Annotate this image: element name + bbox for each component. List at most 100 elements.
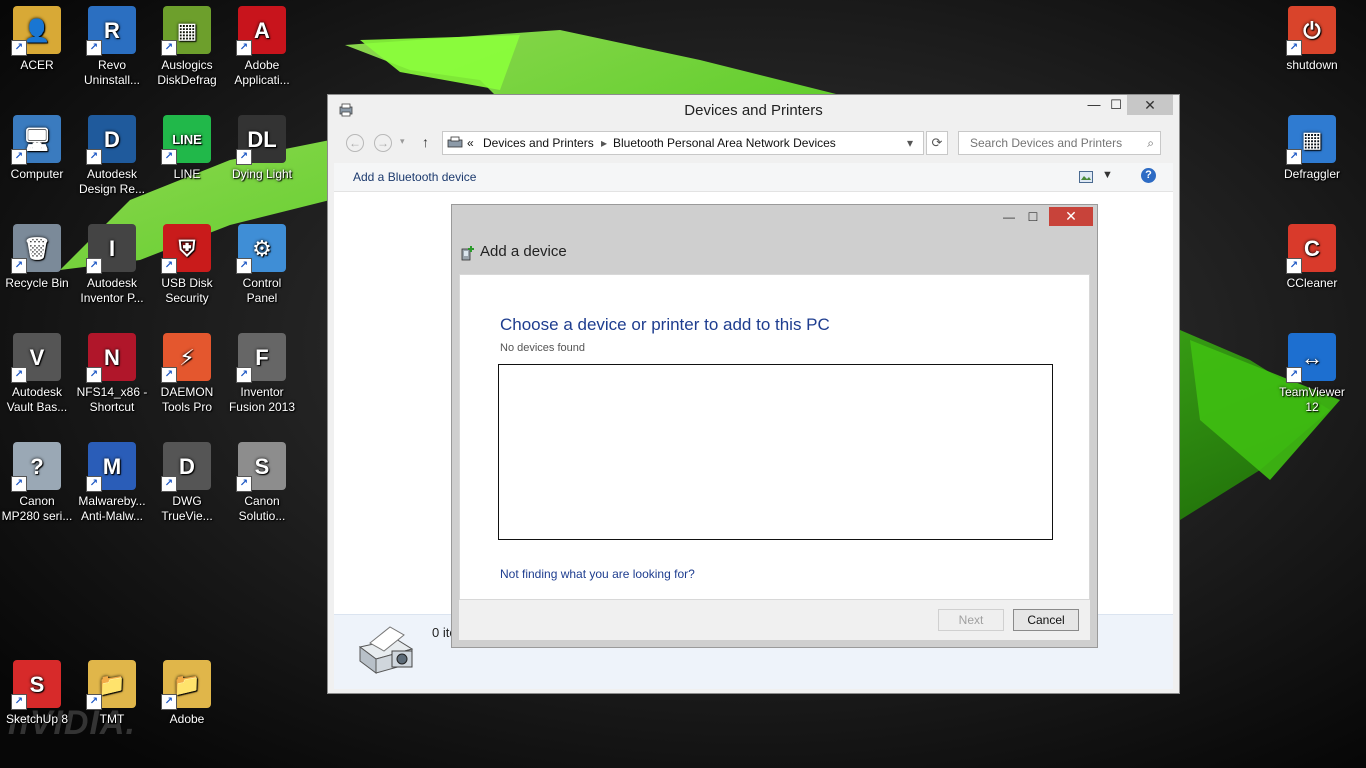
desktop-icon-label: Malwareby... Anti-Malw...: [78, 494, 146, 523]
malwarebytes-glyph: M: [102, 453, 122, 479]
desktop-icon-ccleaner[interactable]: C ↗ CCleaner: [1274, 218, 1350, 291]
desktop-icon-adobe-application[interactable]: A ↗ Adobe Applicati...: [224, 0, 300, 88]
desktop-icon-dwg-trueview[interactable]: D ↗ DWG TrueVie...: [149, 436, 225, 524]
desktop-icon-tmt-folder[interactable]: 📁 ↗ TMT: [74, 654, 150, 727]
canon-solution-menu-icon: S ↗: [236, 442, 286, 492]
desktop-icon-autodesk-vault-basic[interactable]: V ↗ Autodesk Vault Bas...: [0, 327, 75, 415]
help-icon[interactable]: ?: [1141, 168, 1156, 183]
desktop-icon-teamviewer-12[interactable]: ↔ ↗ TeamViewer 12: [1274, 327, 1350, 415]
shortcut-arrow-icon: ↗: [86, 694, 102, 710]
desktop-icon-label: SketchUp 8: [5, 712, 69, 726]
recent-locations-chevron-icon[interactable]: ▾: [400, 136, 405, 147]
desktop-icon-label: NFS14_x86 - Shortcut: [76, 385, 148, 414]
shortcut-arrow-icon: ↗: [11, 476, 27, 492]
recycle-bin-glyph: 🗑: [23, 235, 51, 261]
desktop-icon-label: Dying Light: [231, 167, 293, 181]
cancel-button[interactable]: Cancel: [1013, 609, 1079, 631]
desktop-icon-label: DWG TrueVie...: [161, 494, 213, 523]
device-list[interactable]: [498, 364, 1053, 540]
shortcut-arrow-icon: ↗: [236, 258, 252, 274]
canon-solution-menu-glyph: S: [254, 453, 270, 479]
close-button[interactable]: ✕: [1127, 95, 1173, 115]
breadcrumb-separator-icon[interactable]: ▸: [601, 132, 607, 154]
search-box: ⌕: [958, 131, 1161, 155]
autodesk-design-review-icon: D ↗: [86, 115, 136, 165]
shortcut-arrow-icon: ↗: [161, 367, 177, 383]
desktop-icon-recycle-bin[interactable]: 🗑 ↗ Recycle Bin: [0, 218, 75, 291]
next-button[interactable]: Next: [938, 609, 1004, 631]
shortcut-arrow-icon: ↗: [236, 149, 252, 165]
forward-button[interactable]: →: [374, 134, 392, 152]
breadcrumb-devices-and-printers[interactable]: Devices and Printers: [483, 132, 594, 154]
desktop-icon-computer[interactable]: 🖥 ↗ Computer: [0, 109, 75, 182]
auslogics-diskdefrag-icon: ▦ ↗: [161, 6, 211, 56]
window-titlebar[interactable]: Devices and Printers — ☐ ✕: [328, 95, 1179, 125]
desktop-icon-label: Inventor Fusion 2013: [228, 385, 296, 414]
shortcut-arrow-icon: ↗: [86, 476, 102, 492]
desktop-icon-usb-disk-security[interactable]: ⛨ ↗ USB Disk Security: [149, 218, 225, 306]
autodesk-inventor-pro-glyph: I: [108, 235, 116, 261]
desktop-icon-label: CCleaner: [1286, 276, 1338, 290]
desktop-icon-adobe-folder[interactable]: 📁 ↗ Adobe: [149, 654, 225, 727]
desktop-icon-defraggler[interactable]: ▦ ↗ Defraggler: [1274, 109, 1350, 182]
desktop-icon-malwarebytes[interactable]: M ↗ Malwareby... Anti-Malw...: [74, 436, 150, 524]
desktop-icon-line[interactable]: LINE ↗ LINE: [149, 109, 225, 182]
desktop-icon-control-panel[interactable]: ⚙ ↗ Control Panel: [224, 218, 300, 306]
command-bar: Add a Bluetooth device ▼ ?: [334, 163, 1173, 192]
desktop-icon-daemon-tools-pro[interactable]: ⚡ ↗ DAEMON Tools Pro: [149, 327, 225, 415]
breadcrumb-bluetooth-pan[interactable]: Bluetooth Personal Area Network Devices: [613, 132, 836, 154]
dialog-close-button[interactable]: ✕: [1049, 207, 1093, 226]
window-title: Devices and Printers: [684, 102, 823, 119]
maximize-button[interactable]: ☐: [1102, 95, 1130, 115]
desktop-icon-label: ACER: [20, 58, 54, 72]
desktop-icon-label: Canon Solutio...: [238, 494, 286, 523]
desktop-icon-sketchup-8[interactable]: S ↗ SketchUp 8: [0, 654, 75, 727]
sketchup-8-glyph: S: [29, 671, 45, 697]
desktop-icon-auslogics-diskdefrag[interactable]: ▦ ↗ Auslogics DiskDefrag: [149, 0, 225, 88]
line-glyph: LINE: [172, 131, 202, 147]
shortcut-arrow-icon: ↗: [11, 40, 27, 56]
breadcrumb-chevrons[interactable]: «: [467, 132, 474, 154]
desktop-icon-autodesk-inventor-pro[interactable]: I ↗ Autodesk Inventor P...: [74, 218, 150, 306]
dying-light-glyph: DL: [247, 126, 277, 152]
desktop-icon-dying-light[interactable]: DL ↗ Dying Light: [224, 109, 300, 182]
address-bar[interactable]: « Devices and Printers ▸ Bluetooth Perso…: [442, 131, 924, 155]
revo-uninstaller-glyph: R: [104, 17, 120, 43]
add-bluetooth-device-button[interactable]: Add a Bluetooth device: [353, 170, 476, 184]
view-options-icon[interactable]: [1079, 171, 1093, 183]
desktop-icon-nfs14-x86-shortcut[interactable]: N ↗ NFS14_x86 - Shortcut: [74, 327, 150, 415]
desktop-icon-label: USB Disk Security: [161, 276, 213, 305]
desktop-icon-acer[interactable]: 👤 ↗ ACER: [0, 0, 75, 73]
refresh-button[interactable]: ⟳: [926, 131, 948, 155]
search-icon[interactable]: ⌕: [1147, 132, 1154, 154]
desktop-icon-revo-uninstaller[interactable]: R ↗ Revo Uninstall...: [74, 0, 150, 88]
dwg-trueview-icon: D ↗: [161, 442, 211, 492]
defraggler-glyph: ▦: [1301, 126, 1323, 152]
dialog-body: Choose a device or printer to add to thi…: [459, 274, 1090, 600]
search-input[interactable]: [968, 135, 1142, 151]
autodesk-vault-basic-glyph: V: [29, 344, 45, 370]
shortcut-arrow-icon: ↗: [11, 367, 27, 383]
desktop-icon-label: LINE: [173, 167, 201, 181]
desktop-icon-inventor-fusion-2013[interactable]: F ↗ Inventor Fusion 2013: [224, 327, 300, 415]
address-dropdown-icon[interactable]: ▾: [907, 132, 913, 154]
teamviewer-12-icon: ↔ ↗: [1286, 333, 1336, 383]
desktop-icon-label: Adobe: [169, 712, 205, 726]
desktop-icon-canon-solution-menu[interactable]: S ↗ Canon Solutio...: [224, 436, 300, 524]
control-panel-glyph: ⚙: [252, 235, 272, 261]
desktop-icon-autodesk-design-review[interactable]: D ↗ Autodesk Design Re...: [74, 109, 150, 197]
shortcut-arrow-icon: ↗: [161, 476, 177, 492]
shortcut-arrow-icon: ↗: [236, 40, 252, 56]
dialog-minimize-button[interactable]: —: [996, 207, 1022, 227]
line-icon: LINE ↗: [161, 115, 211, 165]
dialog-maximize-button[interactable]: ☐: [1020, 207, 1046, 227]
view-dropdown-icon[interactable]: ▼: [1102, 169, 1113, 181]
desktop-icon-canon-mp280[interactable]: ? ↗ Canon MP280 seri...: [0, 436, 75, 524]
desktop-icon-shutdown[interactable]: ⏻ ↗ shutdown: [1274, 0, 1350, 73]
autodesk-vault-basic-icon: V ↗: [11, 333, 61, 383]
back-button[interactable]: ←: [346, 134, 364, 152]
desktop-icon-label: Recycle Bin: [5, 276, 69, 290]
not-finding-link[interactable]: Not finding what you are looking for?: [500, 567, 695, 581]
usb-disk-security-glyph: ⛨: [178, 235, 196, 261]
up-arrow-icon[interactable]: ↑: [422, 134, 429, 150]
